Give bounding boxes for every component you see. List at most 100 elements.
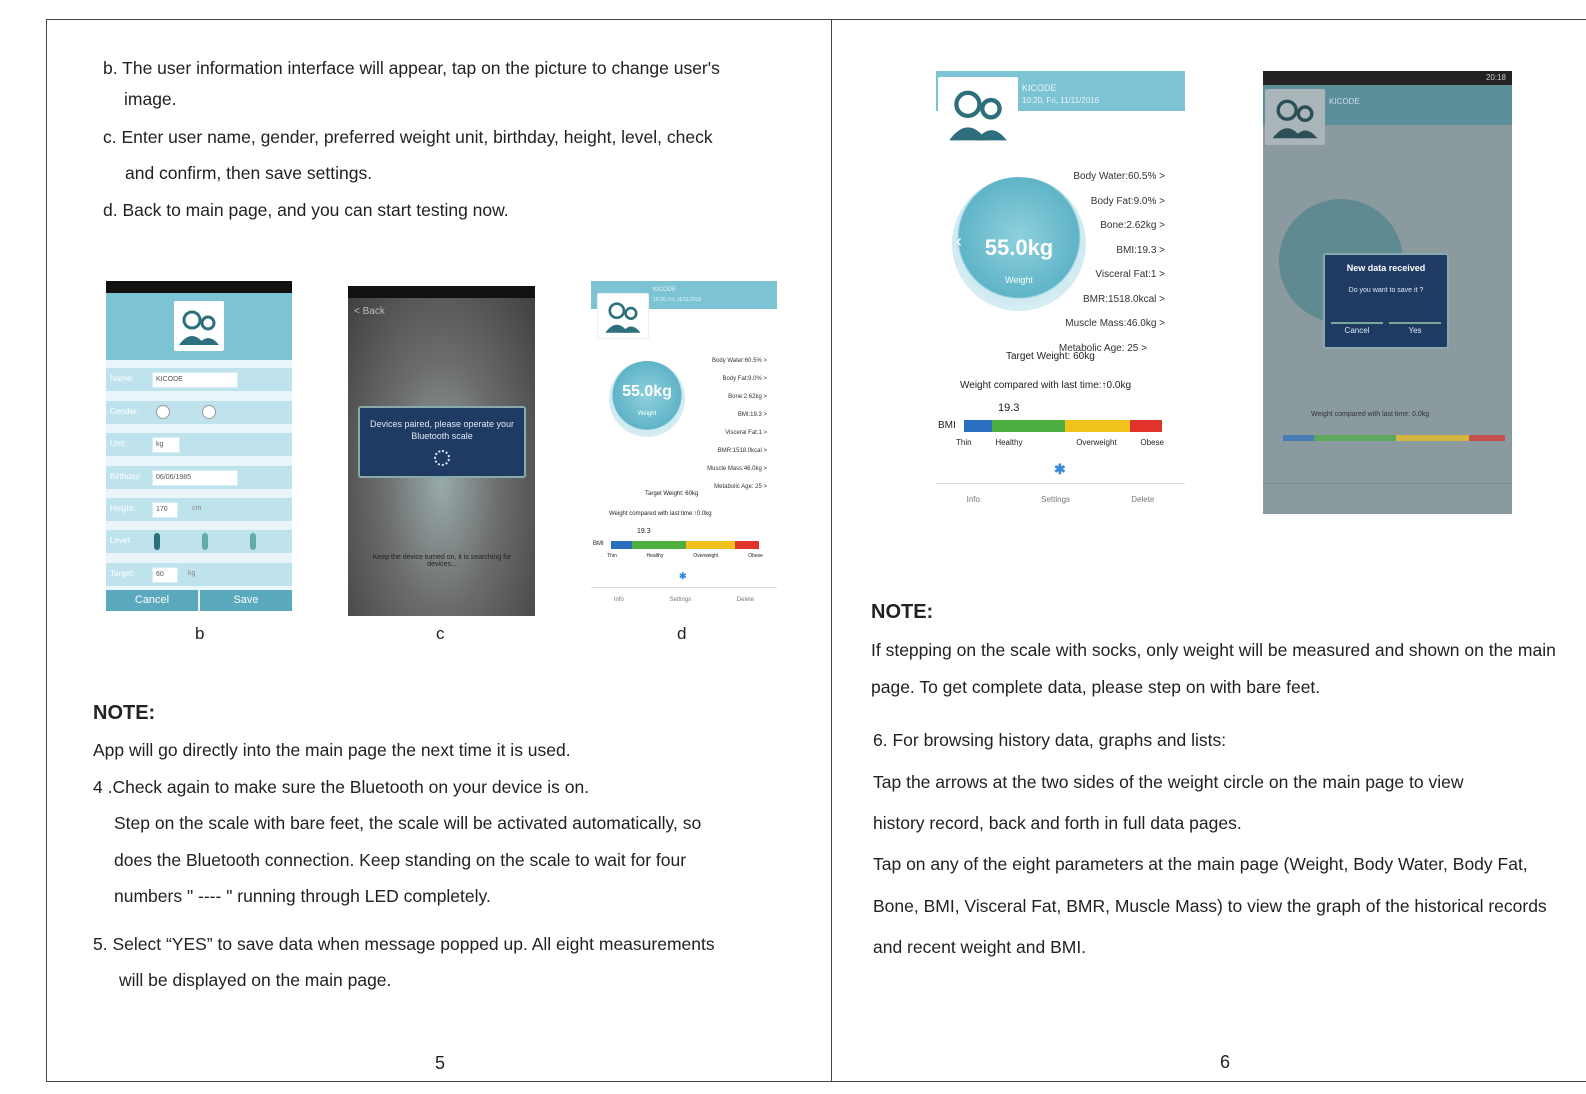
bmi-bar [964, 420, 1162, 432]
bmi-bar-dimmed [1283, 435, 1505, 441]
metric-bmr[interactable]: BMR:1518.0kcal > [1059, 288, 1165, 313]
gender-female-radio[interactable] [202, 405, 216, 419]
screenshot-user-info: Name: KICODE Gender: Unit: kg Birthday: 06/… [106, 281, 292, 611]
metric-body-water[interactable]: Body Water:60.5% > [1059, 165, 1165, 190]
name-field[interactable]: KICODE [152, 372, 238, 388]
status-bar [348, 286, 535, 298]
note-line-7: will be displayed on the main page. [119, 970, 392, 990]
metric-bone[interactable]: Bone:2.62kg > [707, 388, 767, 406]
note-title: NOTE: [93, 702, 156, 724]
caption-d: d [677, 624, 687, 643]
section6-line-4: Tap on any of the eight parameters at th… [873, 854, 1528, 874]
step-b-line1: b. The user information interface will a… [103, 58, 720, 78]
dialog-message: Do you want to save it ? [1348, 287, 1424, 294]
bmi-label: BMI [938, 420, 956, 431]
note-line-4: does the Bluetooth connection. Keep stan… [114, 850, 687, 870]
note-line-2: page. To get complete data, please step … [871, 677, 1321, 697]
footer-bar: Info Settings Delete [591, 587, 777, 611]
metric-visceral-fat[interactable]: Visceral Fat:1 > [707, 424, 767, 442]
row-gender: Gender: [106, 401, 292, 424]
metric-bone[interactable]: Bone:2.62kg > [1059, 214, 1165, 239]
row-height: Height: 170 cm [106, 498, 292, 521]
bmi-overweight-segment [1064, 420, 1131, 432]
metric-body-fat[interactable]: Body Fat:9.0% > [1059, 190, 1165, 215]
metric-muscle-mass[interactable]: Muscle Mass:46.0kg > [707, 460, 767, 478]
user-avatar[interactable] [597, 293, 649, 339]
metric-body-fat[interactable]: Body Fat:9.0% > [707, 370, 767, 388]
row-target: Target: 60 kg [106, 563, 292, 586]
birthday-field[interactable]: 06/06/1985 [152, 470, 238, 486]
level-active-icon[interactable] [202, 533, 208, 550]
user-avatar [1265, 89, 1325, 145]
user-avatar[interactable] [938, 77, 1018, 149]
info-button[interactable]: Info [614, 588, 624, 611]
settings-button[interactable]: Settings [1041, 484, 1070, 514]
screenshot-main-page-small: KICODE 10:20, Fri, 11/11/2016 55.0kg Wei… [591, 281, 777, 611]
status-bar: 20:18 [1263, 71, 1512, 85]
metric-bmi[interactable]: BMI:19.3 > [1059, 239, 1165, 264]
row-name: Name: KICODE [106, 368, 292, 391]
caption-b: b [195, 624, 205, 643]
bmi-obese-segment [735, 541, 759, 549]
loading-spinner-icon [434, 450, 450, 466]
target-weight: Target Weight: 60kg [645, 491, 699, 497]
level-athlete-icon[interactable] [250, 533, 256, 550]
save-button[interactable]: Save [200, 590, 292, 611]
metric-list: Body Water:60.5% > Body Fat:9.0% > Bone:… [707, 352, 767, 496]
metric-metabolic-age[interactable]: Metabolic Age: 25 > [707, 478, 767, 496]
delete-button[interactable]: Delete [737, 588, 754, 611]
section6-line-6: and recent weight and BMI. [873, 937, 1087, 957]
bmi-obese-segment [1130, 420, 1162, 432]
metric-bmi[interactable]: BMI:19.3 > [707, 406, 767, 424]
page-number: 6 [1220, 1052, 1231, 1072]
weight-circle[interactable]: 55.0kg Weight [609, 361, 685, 437]
pairing-message: Devices paired, please operate your Blue… [369, 419, 515, 441]
bmi-label: BMI [593, 541, 604, 547]
info-button[interactable]: Info [967, 484, 980, 514]
dialog-cancel-button[interactable]: Cancel [1331, 322, 1383, 335]
metric-bmr[interactable]: BMR:1518.0kcal > [707, 442, 767, 460]
row-birthday: Birthday: 06/06/1985 [106, 466, 292, 489]
note-line-2: 4 .Check again to make sure the Bluetoot… [93, 777, 590, 797]
step-d-line1: d. Back to main page, and you can start … [103, 200, 509, 220]
user-avatar[interactable] [174, 301, 224, 351]
bluetooth-icon: ✱ [1054, 461, 1066, 477]
bmi-scale-labels: Thin Healthy Overweight Obese [956, 438, 1164, 447]
metric-list: Body Water:60.5% > Body Fat:9.0% > Bone:… [1059, 165, 1165, 361]
back-button[interactable]: < Back [354, 306, 385, 317]
delete-button[interactable]: Delete [1131, 484, 1154, 514]
metric-visceral-fat[interactable]: Visceral Fat:1 > [1059, 263, 1165, 288]
metric-body-water[interactable]: Body Water:60.5% > [707, 352, 767, 370]
avatar-header [106, 293, 292, 360]
gender-male-radio[interactable] [156, 405, 170, 419]
footer-bar-dimmed [1263, 483, 1512, 514]
new-data-dialog: New data received Do you want to save it… [1323, 253, 1449, 349]
metric-muscle-mass[interactable]: Muscle Mass:46.0kg > [1059, 312, 1165, 337]
target-field[interactable]: 60 [152, 567, 178, 583]
caption-c: c [436, 624, 445, 643]
page-6: KICODE 10:20, Fri, 11/11/2016 ‹ 55.0kg W… [831, 19, 1586, 1082]
settings-button[interactable]: Settings [669, 588, 691, 611]
bmi-scale-labels: Thin Healthy Overweight Obese [607, 553, 763, 559]
unit-field[interactable]: kg [152, 437, 180, 453]
status-bar [106, 281, 292, 293]
weight-compare: Weight compared with last time:↑0.0kg [960, 380, 1132, 391]
height-field[interactable]: 170 [152, 502, 178, 518]
couple-icon [1272, 99, 1318, 139]
dialog-title: New data received [1346, 263, 1426, 273]
step-b-line2: image. [124, 89, 177, 109]
weight-compare: Weight compared with last time:↑0.0kg [609, 511, 712, 517]
pairing-dialog: Devices paired, please operate your Blue… [358, 406, 526, 478]
bmi-healthy-segment [991, 420, 1065, 432]
dialog-yes-button[interactable]: Yes [1389, 322, 1441, 335]
cancel-button[interactable]: Cancel [106, 590, 198, 611]
level-sedentary-icon[interactable] [154, 533, 160, 550]
row-unit: Unit: kg [106, 433, 292, 456]
note-line-3: Step on the scale with bare feet, the sc… [114, 813, 702, 833]
footer-bar: Info Settings Delete [936, 483, 1185, 514]
bmi-thin-segment [611, 541, 632, 549]
note-line-5: numbers " ---- " running through LED com… [114, 886, 491, 906]
searching-hint: Keep the device turned on, it is searchi… [372, 554, 512, 568]
screenshot-main-page: KICODE 10:20, Fri, 11/11/2016 ‹ 55.0kg W… [936, 71, 1185, 514]
page-5: b. The user information interface will a… [46, 19, 832, 1082]
